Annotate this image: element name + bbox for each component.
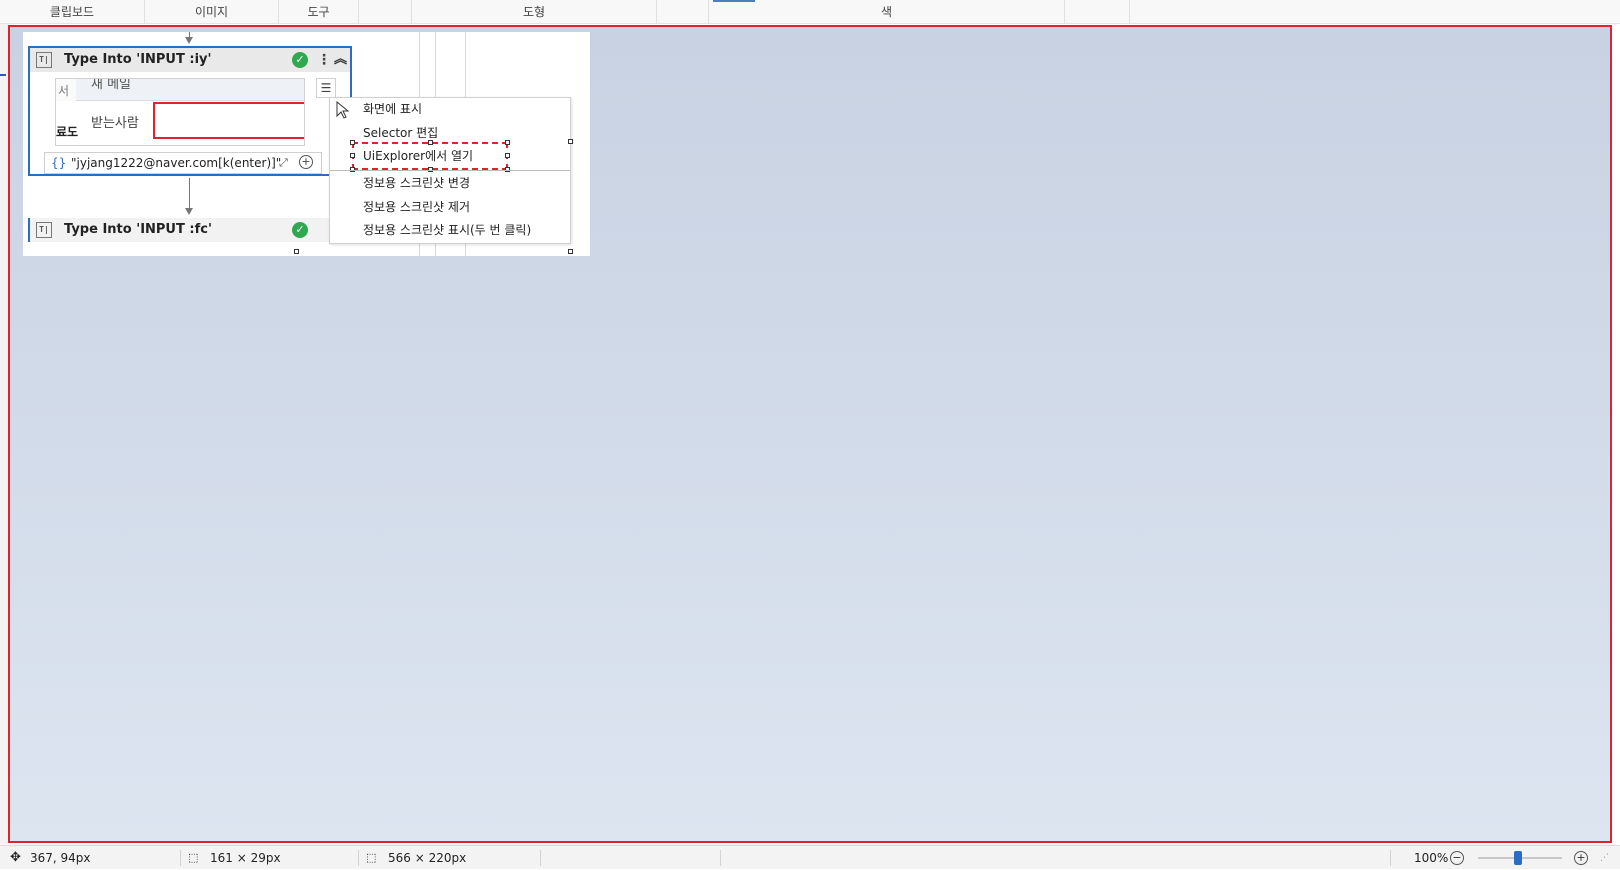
- resize-handle[interactable]: [568, 139, 573, 144]
- cursor-position: 367, 94px: [30, 851, 91, 865]
- ribbon-group-label: 도형: [522, 5, 546, 19]
- text-value-field[interactable]: {} "jyjang1222@naver.com[k(enter)]" ⤢ +: [44, 152, 322, 174]
- ribbon-group-image: 이미지: [145, 0, 279, 24]
- activity-type-into-fc[interactable]: T| Type Into 'INPUT :fc' ✓: [28, 218, 344, 242]
- selection-size-icon: ⬚: [188, 851, 199, 864]
- preview-new-mail-label: 새 메일: [91, 78, 132, 92]
- ribbon-group-clipboard: 클립보드: [0, 0, 145, 24]
- zoom-in-icon[interactable]: +: [1574, 851, 1588, 865]
- flow-arrow: [185, 208, 193, 215]
- image-size: 566 × 220px: [388, 851, 467, 865]
- ribbon-group-colors: 색: [709, 0, 1065, 24]
- resize-grip-icon[interactable]: ⋰: [1600, 846, 1609, 870]
- ribbon-group-label: 이미지: [194, 5, 229, 19]
- informative-screenshot[interactable]: 서 새 메일 받는사람 료도: [55, 78, 305, 146]
- check-circle-icon: ✓: [292, 222, 308, 238]
- menu-item-show-on-screen[interactable]: 화면에 표시: [330, 98, 570, 120]
- ribbon-group-label: 색: [880, 5, 893, 19]
- flow-arrow: [185, 37, 193, 44]
- selection-size: 161 × 29px: [210, 851, 281, 865]
- ribbon-group-spacer: [657, 0, 709, 24]
- menu-separator: [330, 170, 570, 171]
- target-element-highlight: [153, 102, 304, 139]
- expand-icon[interactable]: ⤢: [279, 153, 288, 173]
- mouse-pointer-icon: [336, 101, 350, 119]
- plus-circle-icon[interactable]: +: [299, 155, 313, 169]
- ribbon-group-label: 클립보드: [49, 5, 95, 19]
- menu-item-change-screenshot[interactable]: 정보용 스크린샷 변경: [330, 172, 570, 194]
- status-divider: [180, 850, 181, 866]
- resize-handle[interactable]: [428, 140, 433, 145]
- image-canvas[interactable]: T| Type Into 'INPUT :iy' ✓ ⋮ ︽ 서 새 메일 받는…: [8, 25, 1612, 843]
- zoom-out-icon[interactable]: −: [1450, 851, 1464, 865]
- selection-marquee[interactable]: [350, 140, 510, 172]
- resize-handle[interactable]: [350, 140, 355, 145]
- resize-handle[interactable]: [505, 140, 510, 145]
- status-divider: [540, 850, 541, 866]
- ribbon-group-tools: 도구: [279, 0, 359, 24]
- status-divider: [1390, 850, 1391, 866]
- braces-icon: {}: [51, 156, 67, 170]
- resize-handle[interactable]: [568, 249, 573, 254]
- kebab-icon[interactable]: ⋮: [317, 50, 331, 70]
- text-value: "jyjang1222@naver.com[k(enter)]": [71, 156, 282, 170]
- type-into-icon: T|: [36, 52, 52, 68]
- left-ruler-strip: [0, 24, 8, 844]
- preview-left-bold-text: 료도: [56, 125, 79, 139]
- flow-connector: [189, 178, 190, 208]
- activity-header[interactable]: T| Type Into 'INPUT :iy' ✓ ⋮ ︽: [30, 48, 350, 72]
- resize-handle[interactable]: [505, 153, 510, 158]
- pasted-screenshot[interactable]: T| Type Into 'INPUT :iy' ✓ ⋮ ︽ 서 새 메일 받는…: [23, 32, 590, 256]
- move-icon: ✥: [10, 850, 21, 865]
- chevron-up-icon[interactable]: ︽: [334, 49, 347, 71]
- activity-title: Type Into 'INPUT :iy': [64, 52, 212, 67]
- context-menu[interactable]: 화면에 표시 Selector 편집 UiExplorer에서 열기 정보용 스…: [329, 97, 571, 244]
- status-bar: ✥ 367, 94px ⬚ 161 × 29px ⬚ 566 × 220px 1…: [0, 845, 1620, 869]
- ribbon-group-spacer: [1065, 0, 1130, 24]
- activity-header[interactable]: T| Type Into 'INPUT :fc' ✓: [30, 218, 344, 242]
- ribbon-group-labels: 클립보드 이미지 도구 도형 색: [0, 0, 1620, 24]
- screenshot-menu-button[interactable]: ☰: [316, 78, 336, 98]
- check-circle-icon: ✓: [292, 52, 308, 68]
- right-panel-strip: [1612, 24, 1620, 844]
- zoom-slider-thumb[interactable]: [1514, 851, 1522, 865]
- resize-handle[interactable]: [294, 249, 299, 254]
- status-divider: [358, 850, 359, 866]
- preview-left-text: 서: [56, 79, 76, 101]
- ribbon-selected-indicator: [713, 0, 755, 2]
- ribbon-group-spacer: [359, 0, 412, 24]
- type-into-icon: T|: [36, 222, 52, 238]
- menu-item-show-screenshot[interactable]: 정보용 스크린샷 표시(두 번 클릭): [330, 219, 570, 241]
- ribbon-group-label: 도구: [307, 5, 330, 19]
- activity-type-into-iy[interactable]: T| Type Into 'INPUT :iy' ✓ ⋮ ︽ 서 새 메일 받는…: [28, 46, 352, 176]
- image-size-icon: ⬚: [366, 851, 377, 864]
- status-divider: [720, 850, 721, 866]
- ruler-marker: [0, 74, 6, 76]
- ribbon-group-shapes: 도형: [412, 0, 657, 24]
- zoom-level: 100%: [1414, 851, 1449, 865]
- menu-item-edit-selector[interactable]: Selector 편집: [330, 122, 570, 144]
- menu-item-remove-screenshot[interactable]: 정보용 스크린샷 제거: [330, 196, 570, 218]
- resize-handle[interactable]: [350, 153, 355, 158]
- preview-recipient-label: 받는사람: [91, 116, 139, 131]
- activity-title: Type Into 'INPUT :fc': [64, 222, 212, 237]
